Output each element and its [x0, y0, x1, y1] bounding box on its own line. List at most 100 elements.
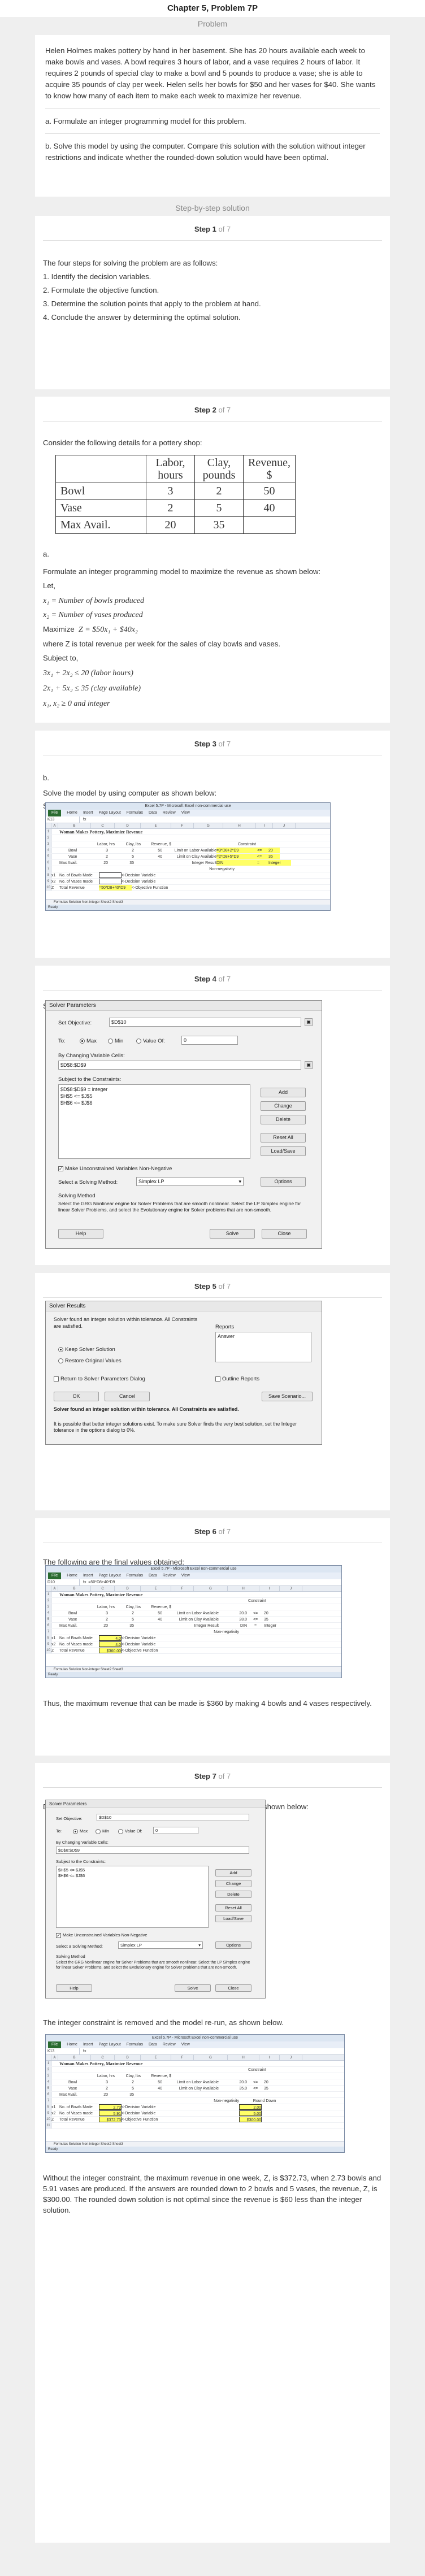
- nonneg-checkbox[interactable]: ✓ Make Unconstrained Variables Non-Negati…: [56, 1932, 148, 1938]
- name-box[interactable]: K13: [46, 2048, 80, 2054]
- constraint-item[interactable]: $H$6 <= $J$6: [58, 1873, 208, 1879]
- step7-label: Step 7 of 7: [194, 1772, 231, 1780]
- constraint-item[interactable]: $D$8:$D$9 = integer: [60, 1086, 250, 1093]
- objective-input[interactable]: $D$10: [97, 1814, 249, 1821]
- tab-page-layout[interactable]: Page Layout: [98, 2041, 120, 2048]
- reports-list[interactable]: Answer: [215, 1332, 311, 1362]
- outline-checkbox[interactable]: Outline Reports: [215, 1376, 259, 1382]
- save-scenario-button[interactable]: Save Scenario...: [262, 1392, 313, 1401]
- tab-data[interactable]: Data: [149, 1572, 157, 1579]
- options-button[interactable]: Options: [215, 1941, 251, 1949]
- max-radio[interactable]: Max: [80, 1038, 97, 1044]
- dialog-title: Solver Parameters: [46, 1800, 265, 1808]
- constraints-list[interactable]: $H$5 <= $J$5 $H$6 <= $J$6: [56, 1866, 209, 1928]
- sheet-tabs[interactable]: Formulas Solution Non-integer Sheet2 She…: [46, 1666, 341, 1672]
- keep-solution-radio[interactable]: Keep Solver Solution: [58, 1346, 115, 1353]
- add-button[interactable]: Add: [215, 1869, 251, 1876]
- tab-home[interactable]: Home: [67, 2041, 77, 2048]
- help-button[interactable]: Help: [58, 1229, 103, 1239]
- value-of-input[interactable]: 0: [181, 1036, 238, 1045]
- name-box[interactable]: D10: [46, 1579, 80, 1585]
- excel-window-noninteger: Excel 5.7P - Microsoft Excel non-commerc…: [45, 2034, 345, 2153]
- constraint-item[interactable]: $H$5 <= $J$5: [58, 1867, 208, 1873]
- max-radio[interactable]: Max: [73, 1828, 88, 1834]
- changing-cells-input[interactable]: $D$8:$D$9: [58, 1061, 301, 1070]
- method-select[interactable]: Simplex LP ▾: [118, 1941, 203, 1949]
- add-button[interactable]: Add: [261, 1088, 306, 1097]
- load-save-button[interactable]: Load/Save: [261, 1146, 306, 1156]
- tab-insert[interactable]: Insert: [83, 1572, 93, 1579]
- value-of-radio[interactable]: Value Of:: [118, 1828, 142, 1834]
- change-button[interactable]: Change: [215, 1880, 251, 1887]
- tab-insert[interactable]: Insert: [83, 810, 93, 816]
- nonneg-checkbox[interactable]: ✓ Make Unconstrained Variables Non-Negati…: [58, 1166, 172, 1172]
- tab-data[interactable]: Data: [149, 810, 157, 816]
- close-button[interactable]: Close: [215, 1984, 251, 1992]
- tab-formulas[interactable]: Formulas: [127, 810, 143, 816]
- tab-review[interactable]: Review: [163, 1572, 176, 1579]
- tab-formulas[interactable]: Formulas: [127, 1572, 143, 1579]
- load-save-button[interactable]: Load/Save: [215, 1915, 251, 1922]
- objective-label: Set Objective:: [58, 1020, 92, 1026]
- tab-view[interactable]: View: [181, 810, 190, 816]
- x2-definition: x₂ = Number of vases produced: [43, 611, 143, 619]
- tab-review[interactable]: Review: [163, 810, 176, 816]
- tab-file[interactable]: File: [48, 2041, 62, 2048]
- name-box[interactable]: K13: [46, 816, 80, 823]
- reset-all-button[interactable]: Reset All: [261, 1133, 306, 1143]
- tab-formulas[interactable]: Formulas: [127, 2041, 143, 2048]
- change-button[interactable]: Change: [261, 1101, 306, 1111]
- min-radio[interactable]: Min: [108, 1038, 123, 1044]
- column-headers: ABCDEFGHIJ: [46, 823, 330, 829]
- tab-view[interactable]: View: [181, 1572, 190, 1579]
- step1-item-2: 2. Formulate the objective function.: [43, 286, 159, 294]
- tab-file[interactable]: File: [48, 1572, 62, 1579]
- return-checkbox[interactable]: Return to Solver Parameters Dialog: [54, 1376, 145, 1382]
- constraint-item[interactable]: $H$6 <= $J$6: [60, 1100, 250, 1106]
- tab-review[interactable]: Review: [163, 2041, 176, 2048]
- found-message: Solver found an integer solution within …: [54, 1317, 198, 1329]
- range-select-icon[interactable]: ▣: [305, 1018, 313, 1026]
- constraint-item[interactable]: $H$5 <= $J$5: [60, 1093, 250, 1100]
- pottery-table: Labor, hours Clay, pounds Revenue, $ Bow…: [55, 455, 296, 534]
- range-select-icon[interactable]: ▣: [305, 1061, 313, 1069]
- tab-data[interactable]: Data: [149, 2041, 157, 2048]
- delete-button[interactable]: Delete: [261, 1115, 306, 1124]
- part-b-label: b.: [43, 774, 49, 782]
- tab-page-layout[interactable]: Page Layout: [98, 810, 120, 816]
- ok-button[interactable]: OK: [54, 1392, 99, 1401]
- tab-insert[interactable]: Insert: [83, 2041, 93, 2048]
- restore-values-radio[interactable]: Restore Original Values: [58, 1358, 122, 1364]
- sheet-tabs[interactable]: Formulas Solution Non-integer Sheet2 She…: [46, 899, 330, 905]
- sheet-tabs[interactable]: Formulas Solution Non-integer Sheet2 She…: [46, 2141, 344, 2147]
- help-button[interactable]: Help: [56, 1984, 92, 1992]
- tab-view[interactable]: View: [181, 2041, 190, 2048]
- solve-button[interactable]: Solve: [210, 1229, 255, 1239]
- constraint-clay: 2x₁ + 5x₂ ≤ 35 (clay available): [43, 684, 141, 693]
- delete-button[interactable]: Delete: [215, 1891, 251, 1898]
- value-of-radio[interactable]: Value Of:: [136, 1038, 165, 1044]
- solve-button[interactable]: Solve: [175, 1984, 211, 1992]
- excel-title: Excel 5.7P - Microsoft Excel non-commerc…: [46, 1566, 341, 1572]
- reset-all-button[interactable]: Reset All: [215, 1904, 251, 1912]
- tab-file[interactable]: File: [48, 810, 62, 816]
- tab-home[interactable]: Home: [67, 810, 77, 816]
- options-button[interactable]: Options: [261, 1177, 306, 1187]
- cancel-button[interactable]: Cancel: [105, 1392, 150, 1401]
- constraints-list[interactable]: $D$8:$D$9 = integer $H$5 <= $J$5 $H$6 <=…: [58, 1084, 250, 1159]
- objective-input[interactable]: $D$10: [109, 1018, 301, 1027]
- tab-page-layout[interactable]: Page Layout: [98, 1572, 120, 1579]
- close-button[interactable]: Close: [262, 1229, 307, 1239]
- formula-input[interactable]: fx =50*D8+40*D9: [80, 1579, 115, 1585]
- table-header-cell: Clay, pounds: [194, 455, 244, 483]
- value-of-input[interactable]: 0: [153, 1827, 198, 1834]
- method-select[interactable]: Simplex LP ▾: [136, 1177, 244, 1186]
- answer-report-item[interactable]: Answer: [218, 1333, 235, 1339]
- min-radio[interactable]: Min: [96, 1828, 109, 1834]
- objective-label: Set Objective:: [56, 1816, 83, 1821]
- step1-intro: The four steps for solving the problem a…: [43, 259, 218, 267]
- to-label: To:: [56, 1828, 62, 1834]
- tab-home[interactable]: Home: [67, 1572, 77, 1579]
- changing-cells-input[interactable]: $D$8:$D$9: [56, 1847, 249, 1854]
- column-headers: ABCDEFGHIJ: [46, 1586, 341, 1592]
